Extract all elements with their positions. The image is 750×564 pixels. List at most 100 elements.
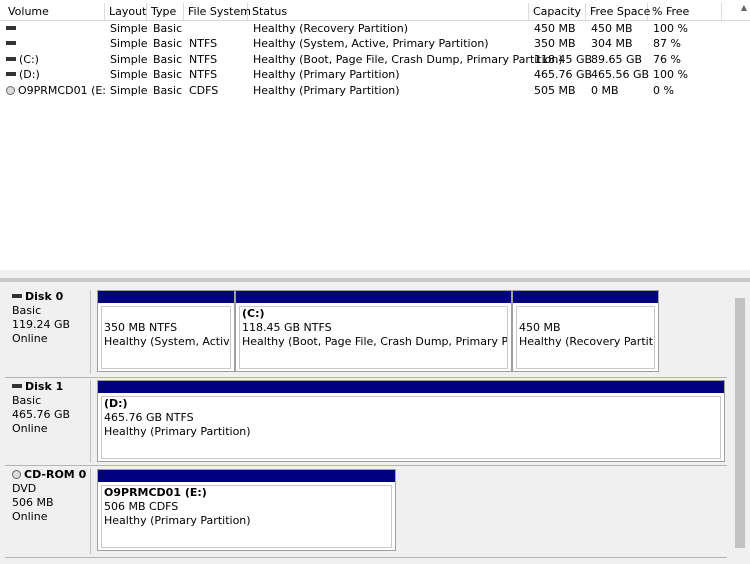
volume-layout: Simple bbox=[110, 84, 148, 97]
col-header-capacity[interactable]: Capacity bbox=[529, 3, 586, 20]
volume-list-pane[interactable]: Volume Layout Type File System Status Ca… bbox=[0, 0, 750, 278]
volume-status: Healthy (Primary Partition) bbox=[253, 84, 400, 97]
volume-row[interactable]: (C:) Simple Basic NTFS Healthy (Boot, Pa… bbox=[0, 52, 722, 67]
volume-name: (D:) bbox=[19, 68, 40, 81]
disk-name: Disk 0 bbox=[25, 290, 64, 303]
partition-cdrom0-e[interactable]: O9PRMCD01 (E:) 506 MB CDFS Healthy (Prim… bbox=[97, 469, 396, 551]
col-header-layout[interactable]: Layout bbox=[105, 3, 147, 20]
volume-layout: Simple bbox=[110, 37, 148, 50]
drive-icon bbox=[6, 57, 16, 61]
volume-type: Basic bbox=[153, 37, 183, 50]
volume-status: Healthy (System, Active, Primary Partiti… bbox=[253, 37, 489, 50]
disk-type: DVD bbox=[12, 482, 37, 495]
horizontal-scrollbar[interactable] bbox=[0, 270, 750, 278]
volume-row[interactable]: O9PRMCD01 (E:) Simple Basic CDFS Healthy… bbox=[0, 83, 722, 98]
col-header-volume[interactable]: Volume bbox=[4, 3, 105, 20]
disk-size: 506 MB bbox=[12, 496, 54, 509]
partition-size: 465.76 GB NTFS bbox=[104, 411, 194, 424]
volume-capacity: 465.76 GB bbox=[534, 68, 593, 81]
volume-file-system: NTFS bbox=[189, 37, 218, 50]
disk-info-cdrom0[interactable]: CD-ROM 0 DVD 506 MB Online bbox=[5, 468, 91, 554]
volume-row[interactable]: (D:) Simple Basic NTFS Healthy (Primary … bbox=[0, 67, 722, 82]
disk-map-pane: Disk 0 Basic 119.24 GB Online 350 MB NTF… bbox=[0, 282, 750, 564]
partition-disk0-recovery[interactable]: 450 MB Healthy (Recovery Partition) bbox=[512, 290, 659, 372]
volume-layout: Simple bbox=[110, 68, 148, 81]
volume-file-system: NTFS bbox=[189, 68, 218, 81]
disk-type: Basic bbox=[12, 304, 42, 317]
partition-bar bbox=[236, 291, 511, 303]
partition-title: (D:) bbox=[104, 397, 128, 410]
volume-free-space: 465.56 GB bbox=[591, 68, 650, 81]
volume-free-space: 450 MB bbox=[591, 22, 633, 35]
volume-name: (C:) bbox=[19, 53, 39, 66]
disk-info-disk1[interactable]: Disk 1 Basic 465.76 GB Online bbox=[5, 380, 91, 463]
volume-type: Basic bbox=[153, 22, 183, 35]
volume-type: Basic bbox=[153, 84, 183, 97]
drive-icon bbox=[6, 41, 16, 45]
col-header-percent-free[interactable]: % Free bbox=[648, 3, 722, 20]
volume-file-system: NTFS bbox=[189, 53, 218, 66]
partition-size: 450 MB bbox=[519, 321, 561, 334]
column-header-row: Volume Layout Type File System Status Ca… bbox=[0, 3, 750, 21]
volume-percent-free: 87 % bbox=[653, 37, 681, 50]
disk-name: CD-ROM 0 bbox=[24, 468, 87, 481]
partition-status: Healthy (Primary Partition) bbox=[104, 514, 251, 527]
partition-size: 506 MB CDFS bbox=[104, 500, 179, 513]
volume-status: Healthy (Recovery Partition) bbox=[253, 22, 409, 35]
partition-disk1-d[interactable]: (D:) 465.76 GB NTFS Healthy (Primary Par… bbox=[97, 380, 725, 462]
volume-capacity: 450 MB bbox=[534, 22, 576, 35]
volume-capacity: 350 MB bbox=[534, 37, 576, 50]
disk-state: Online bbox=[12, 422, 48, 435]
partition-disk0-c[interactable]: (C:) 118.45 GB NTFS Healthy (Boot, Page … bbox=[235, 290, 512, 372]
partition-title bbox=[102, 307, 230, 321]
scroll-up-arrow-icon[interactable]: ▲ bbox=[739, 3, 749, 13]
drive-icon bbox=[6, 26, 16, 30]
volume-row[interactable]: Simple Basic NTFS Healthy (System, Activ… bbox=[0, 36, 722, 51]
partition-status: Healthy (Recovery Partition) bbox=[519, 335, 654, 348]
partition-status: Healthy (Primary Partition) bbox=[104, 425, 251, 438]
disk-separator bbox=[5, 377, 727, 378]
volume-type: Basic bbox=[153, 68, 183, 81]
col-header-file-system[interactable]: File System bbox=[184, 3, 251, 20]
disk-name: Disk 1 bbox=[25, 380, 64, 393]
volume-capacity: 118.45 GB bbox=[534, 53, 593, 66]
partition-title: O9PRMCD01 (E:) bbox=[104, 486, 207, 499]
cd-icon bbox=[12, 469, 21, 479]
volume-free-space: 304 MB bbox=[591, 37, 633, 50]
partition-bar bbox=[513, 291, 658, 303]
disk-type: Basic bbox=[12, 394, 42, 407]
volume-status: Healthy (Primary Partition) bbox=[253, 68, 400, 81]
volume-row[interactable]: Simple Basic Healthy (Recovery Partition… bbox=[0, 21, 722, 36]
volume-type: Basic bbox=[153, 53, 183, 66]
volume-free-space: 89.65 GB bbox=[591, 53, 643, 66]
partition-status: Healthy (System, Active, P bbox=[104, 335, 230, 348]
drive-icon bbox=[6, 72, 16, 76]
partition-size: 118.45 GB NTFS bbox=[242, 321, 332, 334]
partition-status: Healthy (Boot, Page File, Crash Dump, Pr… bbox=[242, 335, 508, 348]
disk-size: 465.76 GB bbox=[12, 408, 71, 421]
col-header-type[interactable]: Type bbox=[147, 3, 184, 20]
volume-name: O9PRMCD01 (E:) bbox=[18, 84, 105, 97]
col-header-status[interactable]: Status bbox=[248, 3, 529, 20]
partition-bar bbox=[98, 291, 234, 303]
drive-icon bbox=[12, 294, 22, 298]
col-header-free-space[interactable]: Free Space bbox=[586, 3, 650, 20]
volume-file-system: CDFS bbox=[189, 84, 219, 97]
disk-info-disk0[interactable]: Disk 0 Basic 119.24 GB Online bbox=[5, 290, 91, 374]
partition-bar bbox=[98, 470, 395, 482]
volume-percent-free: 100 % bbox=[653, 22, 688, 35]
disk-size: 119.24 GB bbox=[12, 318, 71, 331]
disk-separator bbox=[5, 465, 727, 466]
drive-icon bbox=[12, 384, 22, 388]
cd-icon bbox=[6, 85, 15, 95]
disk-state: Online bbox=[12, 332, 48, 345]
volume-percent-free: 76 % bbox=[653, 53, 681, 66]
volume-status: Healthy (Boot, Page File, Crash Dump, Pr… bbox=[253, 53, 563, 66]
volume-free-space: 0 MB bbox=[591, 84, 619, 97]
scrollbar-thumb[interactable] bbox=[735, 298, 745, 548]
volume-percent-free: 100 % bbox=[653, 68, 688, 81]
partition-bar bbox=[98, 381, 724, 393]
volume-layout: Simple bbox=[110, 22, 148, 35]
volume-capacity: 505 MB bbox=[534, 84, 576, 97]
partition-disk0-system[interactable]: 350 MB NTFS Healthy (System, Active, P bbox=[97, 290, 235, 372]
